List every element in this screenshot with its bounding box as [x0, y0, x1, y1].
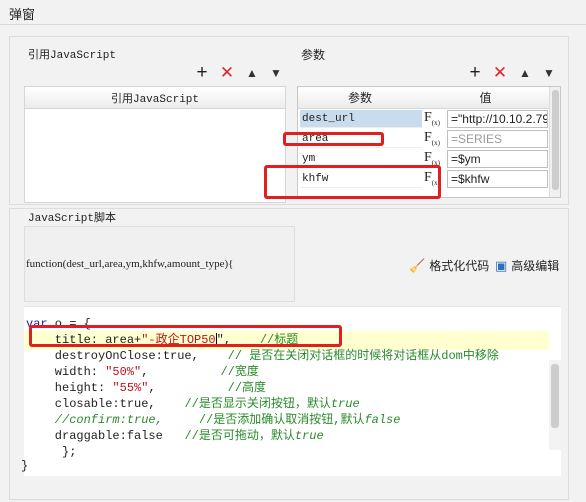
param-move-up-button[interactable]: ▲	[517, 65, 533, 81]
arrow-up-icon: ▲	[246, 66, 258, 80]
param-value-field[interactable]: =$ym	[447, 150, 548, 168]
edit-document-icon: ▣	[495, 257, 508, 273]
param-name-header: 参数	[347, 91, 372, 105]
js-ref-legend: 引用JavaScript	[26, 46, 119, 62]
highlight-box-area	[283, 132, 384, 146]
js-add-button[interactable]: +	[194, 62, 210, 83]
code-line: //confirm:true, //是否添加确认取消按钮,默认false	[26, 413, 401, 427]
code-line: height: "55%", //高度	[26, 381, 267, 395]
dialog-title: 弹窗	[9, 7, 36, 22]
code-line: destroyOnClose:true, // 是否在关闭对话框的时候将对话框从…	[26, 349, 499, 363]
formula-button[interactable]: F(x)	[424, 110, 444, 128]
plus-icon: +	[469, 62, 481, 83]
code-line: closable:true, //是否显示关闭按钮，默认true	[26, 397, 360, 411]
param-name[interactable]: dest_url	[300, 110, 422, 128]
params-scrollbar-thumb[interactable]	[552, 90, 559, 190]
js-ref-table[interactable]: 引用JavaScript	[24, 86, 286, 203]
code-line: }	[21, 459, 29, 473]
format-code-label: 格式化代码	[429, 259, 490, 273]
arrow-up-icon: ▲	[519, 66, 531, 80]
delete-x-icon: ✕	[492, 63, 508, 82]
plus-icon: +	[196, 62, 208, 83]
formula-button[interactable]: F(x)	[424, 130, 444, 148]
header-divider	[0, 24, 586, 25]
function-signature: function(dest_url,area,ym,khfw,amount_ty…	[26, 258, 234, 270]
js-move-up-button[interactable]: ▲	[244, 65, 260, 81]
script-legend: JavaScript脚本	[26, 209, 119, 225]
param-move-down-button[interactable]: ▼	[541, 65, 557, 81]
params-table-header: 参数 值	[298, 87, 549, 109]
delete-x-icon: ✕	[219, 63, 235, 82]
code-line: };	[26, 445, 77, 459]
arrow-down-icon: ▼	[270, 66, 282, 80]
params-legend: 参数	[299, 46, 328, 63]
param-value-field[interactable]: =SERIES	[447, 130, 548, 148]
js-move-down-button[interactable]: ▼	[268, 65, 284, 81]
param-add-button[interactable]: +	[467, 62, 483, 83]
code-line: draggable:false //是否可拖动，默认true	[26, 429, 324, 443]
js-ref-column-header: 引用JavaScript	[25, 87, 285, 109]
format-code-button[interactable]: 🧹 格式化代码	[409, 257, 489, 274]
code-line: width: "50%", //宽度	[26, 365, 259, 379]
highlight-box-khfw	[264, 165, 441, 199]
param-delete-button[interactable]: ✕	[492, 63, 508, 82]
arrow-down-icon: ▼	[543, 66, 555, 80]
highlight-box-title-line	[29, 325, 342, 347]
broom-icon: 🧹	[409, 257, 426, 273]
js-delete-button[interactable]: ✕	[219, 63, 235, 82]
advanced-edit-label: 高级编辑	[511, 259, 560, 273]
advanced-edit-button[interactable]: ▣ 高级编辑	[495, 257, 559, 274]
param-value-header: 值	[479, 91, 492, 105]
editor-scrollbar-thumb[interactable]	[551, 364, 559, 428]
param-value-field[interactable]: =$khfw	[447, 170, 548, 188]
params-scrollbar[interactable]	[549, 87, 560, 197]
param-value-field[interactable]: ="http://10.10.2.79	[447, 110, 548, 128]
param-row[interactable]: dest_url F(x) ="http://10.10.2.79	[298, 109, 549, 129]
